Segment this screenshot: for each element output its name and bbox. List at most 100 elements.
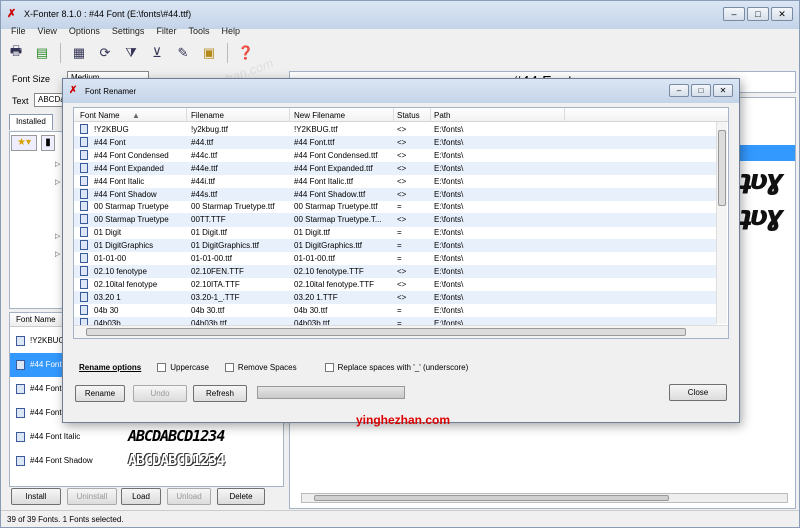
table-cell: <> xyxy=(397,125,407,134)
maximize-button[interactable]: □ xyxy=(747,7,769,21)
tab-installed[interactable]: Installed xyxy=(9,114,53,130)
clear-filter-icon[interactable]: ⊻ xyxy=(146,42,168,64)
table-row[interactable]: 01-01-00 01-01-00.ttf 01-01-00.ttf = E:\font… xyxy=(74,252,716,265)
table-cell: 03.20 1.TTF xyxy=(294,292,338,302)
column-divider[interactable] xyxy=(430,108,431,122)
table-horizontal-scrollbar[interactable] xyxy=(74,325,728,338)
column-divider[interactable] xyxy=(393,108,394,122)
remove-spaces-checkbox[interactable] xyxy=(224,363,234,372)
font-file-icon xyxy=(80,240,88,251)
table-row[interactable]: 00 Starmap Truetype 00TT.TTF 00 Starmap Tr… xyxy=(74,213,716,227)
scrollbar-thumb[interactable] xyxy=(314,495,669,501)
font-manager-icon[interactable]: ▣ xyxy=(198,42,220,64)
refresh-icon[interactable]: ⟳ xyxy=(94,42,116,64)
table-row[interactable]: 02.10ital fenotype 02.10ITA.TTF 02.10ital … xyxy=(74,278,716,291)
expand-arrow-icon[interactable]: ▷ xyxy=(55,232,60,240)
menu-options[interactable]: Options xyxy=(69,26,100,36)
close-button[interactable]: Close xyxy=(669,384,727,401)
rename-options: Rename options Uppercase Remove Spaces R… xyxy=(79,363,468,372)
scrollbar-thumb[interactable] xyxy=(86,328,686,336)
menu-help[interactable]: Help xyxy=(221,26,240,36)
rename-table: Font Name ▲ Filename New Filename Status… xyxy=(73,107,729,339)
undo-button[interactable]: Undo xyxy=(133,385,187,402)
expand-arrow-icon[interactable]: ▷ xyxy=(55,178,60,186)
preview-horizontal-scrollbar[interactable] xyxy=(301,493,788,503)
menu-view[interactable]: View xyxy=(38,26,57,36)
table-row[interactable]: !Y2KBUG !y2kbug.ttf !Y2KBUG.ttf <> E:\fonts\ xyxy=(74,123,716,136)
text-label: Text xyxy=(12,96,29,106)
install-button[interactable]: Install xyxy=(11,488,61,505)
list-item[interactable]: #44 Font Italic ABCDABCD1234 xyxy=(10,425,283,449)
delete-button[interactable]: Delete xyxy=(217,488,265,505)
table-cell: #44 Font Condensed xyxy=(94,150,169,160)
menu-tools[interactable]: Tools xyxy=(188,26,209,36)
column-filename[interactable]: Filename xyxy=(191,111,224,120)
table-row[interactable]: 02.10 fenotype 02.10FEN.TTF 02.10 fenotype… xyxy=(74,264,716,279)
table-row[interactable]: #44 Font Italic #44i.ttf #44 Font Italic.t… xyxy=(74,175,716,188)
preview-glyph-sample: ʇʋɣ xyxy=(739,199,786,232)
print-preview-icon[interactable]: ▤ xyxy=(31,42,53,64)
filter-icon[interactable]: ⧩ xyxy=(120,42,142,64)
expand-arrow-icon[interactable]: ▷ xyxy=(55,250,60,258)
load-button[interactable]: Load xyxy=(121,488,161,505)
minimize-button[interactable]: – xyxy=(723,7,745,21)
replace-spaces-label[interactable]: Replace spaces with '_' (underscore) xyxy=(338,363,469,372)
uninstall-button[interactable]: Uninstall xyxy=(67,488,117,505)
font-tools-icon[interactable]: ✎ xyxy=(172,42,194,64)
uppercase-label[interactable]: Uppercase xyxy=(170,363,209,372)
table-row[interactable]: #44 Font #44.ttf #44 Font.ttf <> E:\fonts\ xyxy=(74,135,716,150)
app-logo-icon: ✗ xyxy=(69,85,78,96)
menu-filter[interactable]: Filter xyxy=(156,26,176,36)
column-path[interactable]: Path xyxy=(434,111,450,120)
uppercase-checkbox[interactable] xyxy=(157,363,167,372)
table-row[interactable]: #44 Font Condensed #44c.ttf #44 Font Conde… xyxy=(74,149,716,162)
table-cell: #44 Font Condensed.ttf xyxy=(294,150,378,160)
close-button[interactable]: ✕ xyxy=(771,7,793,21)
rename-button[interactable]: Rename xyxy=(75,385,125,402)
column-divider[interactable] xyxy=(564,108,565,122)
folder-nav-icon[interactable]: ▮ xyxy=(41,135,55,151)
scrollbar-thumb[interactable] xyxy=(718,130,726,206)
table-cell: #44 Font xyxy=(94,137,126,147)
font-file-icon xyxy=(80,162,88,173)
table-header: Font Name ▲ Filename New Filename Status… xyxy=(74,108,728,122)
table-row[interactable]: 01 DigitGraphics 01 DigitGraphics.ttf 01 D… xyxy=(74,239,716,253)
font-sample: ABCDABCD1234 xyxy=(128,451,225,469)
expand-arrow-icon[interactable]: ▷ xyxy=(55,160,60,168)
column-divider[interactable] xyxy=(289,108,290,122)
dialog-minimize-button[interactable]: – xyxy=(669,84,689,97)
table-cell: #44 Font Italic.ttf xyxy=(294,176,354,186)
column-font-name[interactable]: Font Name xyxy=(80,111,120,120)
column-status[interactable]: Status xyxy=(397,111,420,120)
menu-file[interactable]: File xyxy=(11,26,26,36)
table-cell: E:\fonts\ xyxy=(434,176,464,186)
table-row[interactable]: 04b 30 04b 30.ttf 04b 30.ttf = E:\fonts\ xyxy=(74,304,716,317)
column-new-filename[interactable]: New Filename xyxy=(294,111,345,120)
remove-spaces-label[interactable]: Remove Spaces xyxy=(238,363,297,372)
properties-icon[interactable]: ▦ xyxy=(68,42,90,64)
table-vertical-scrollbar[interactable] xyxy=(716,122,727,324)
table-cell: 02.10FEN.TTF xyxy=(191,266,244,276)
dialog-maximize-button[interactable]: □ xyxy=(691,84,711,97)
toolbar: 🖶 ▤ ▦ ⟳ ⧩ ⊻ ✎ ▣ ❓ xyxy=(5,41,257,65)
font-renamer-dialog: ✗ Font Renamer – □ ✕ Font Name ▲ Filenam… xyxy=(62,78,740,423)
replace-spaces-checkbox[interactable] xyxy=(324,363,334,372)
table-cell: 00 Starmap Truetype.ttf xyxy=(294,202,378,212)
column-divider[interactable] xyxy=(186,108,187,122)
menu-settings[interactable]: Settings xyxy=(112,26,145,36)
table-cell: <> xyxy=(397,137,407,147)
table-row[interactable]: 00 Starmap Truetype 00 Starmap Truetype.t… xyxy=(74,200,716,213)
table-row[interactable]: #44 Font Expanded #44e.ttf #44 Font Expand… xyxy=(74,161,716,175)
unload-button[interactable]: Unload xyxy=(167,488,211,505)
table-row[interactable]: 03.20 1 03.20-1_.TTF 03.20 1.TTF <> E:\fonts… xyxy=(74,290,716,304)
table-row[interactable]: 01 Digit 01 Digit.ttf 01 Digit.ttf = E:\font… xyxy=(74,226,716,239)
table-cell: <> xyxy=(397,176,407,186)
favorites-icon[interactable]: ★▾ xyxy=(11,135,37,151)
dialog-close-button[interactable]: ✕ xyxy=(713,84,733,97)
table-row[interactable]: #44 Font Shadow #44s.ttf #44 Font Shadow.t… xyxy=(74,187,716,201)
refresh-button[interactable]: Refresh xyxy=(193,385,247,402)
print-icon[interactable]: 🖶 xyxy=(5,42,27,64)
help-icon[interactable]: ❓ xyxy=(235,42,257,64)
list-item[interactable]: #44 Font Shadow ABCDABCD1234 xyxy=(10,449,283,473)
font-name: #44 Font xyxy=(30,384,62,393)
